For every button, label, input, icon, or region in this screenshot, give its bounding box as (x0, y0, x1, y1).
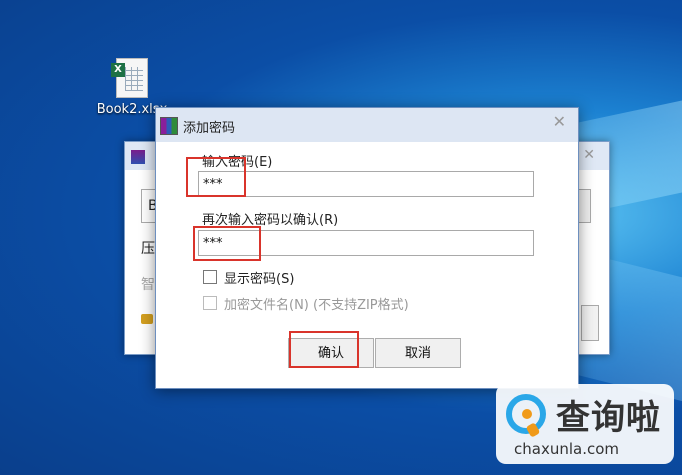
close-icon[interactable]: ✕ (553, 112, 566, 131)
dialog-titlebar: 添加密码 ✕ (156, 108, 578, 142)
watermark-url: chaxunla.com (514, 440, 619, 458)
watermark-brand: 查询啦 (556, 398, 661, 438)
ok-button[interactable]: 确认 (288, 338, 374, 368)
show-password-label[interactable]: 显示密码(S) (224, 268, 294, 287)
encrypt-filenames-label: 加密文件名(N) (不支持ZIP格式) (224, 298, 409, 313)
winrar-icon (160, 117, 178, 135)
cancel-button[interactable]: 取消 (375, 338, 461, 368)
password-input[interactable]: *** (198, 171, 534, 197)
background-window-button[interactable] (581, 305, 599, 341)
close-icon[interactable]: ✕ (583, 147, 595, 163)
add-password-dialog: 添加密码 ✕ 输入密码(E) *** 再次输入密码以确认(R) *** 显示密码… (155, 107, 579, 389)
dialog-title: 添加密码 (183, 121, 236, 136)
show-password-checkbox[interactable] (203, 270, 217, 284)
password-label: 输入密码(E) (202, 155, 273, 170)
lock-icon[interactable] (141, 314, 153, 324)
chaxunla-watermark: 查询啦 chaxunla.com (496, 384, 674, 464)
smart-label: 智 (141, 277, 155, 293)
compress-label: 压 (141, 241, 155, 257)
chaxunla-logo-icon (506, 394, 546, 438)
encrypt-filenames-checkbox[interactable] (203, 296, 217, 310)
confirm-password-label: 再次输入密码以确认(R) (202, 213, 339, 228)
winrar-icon (131, 150, 145, 164)
excel-file-icon: X (111, 58, 148, 98)
confirm-password-input[interactable]: *** (198, 230, 534, 256)
